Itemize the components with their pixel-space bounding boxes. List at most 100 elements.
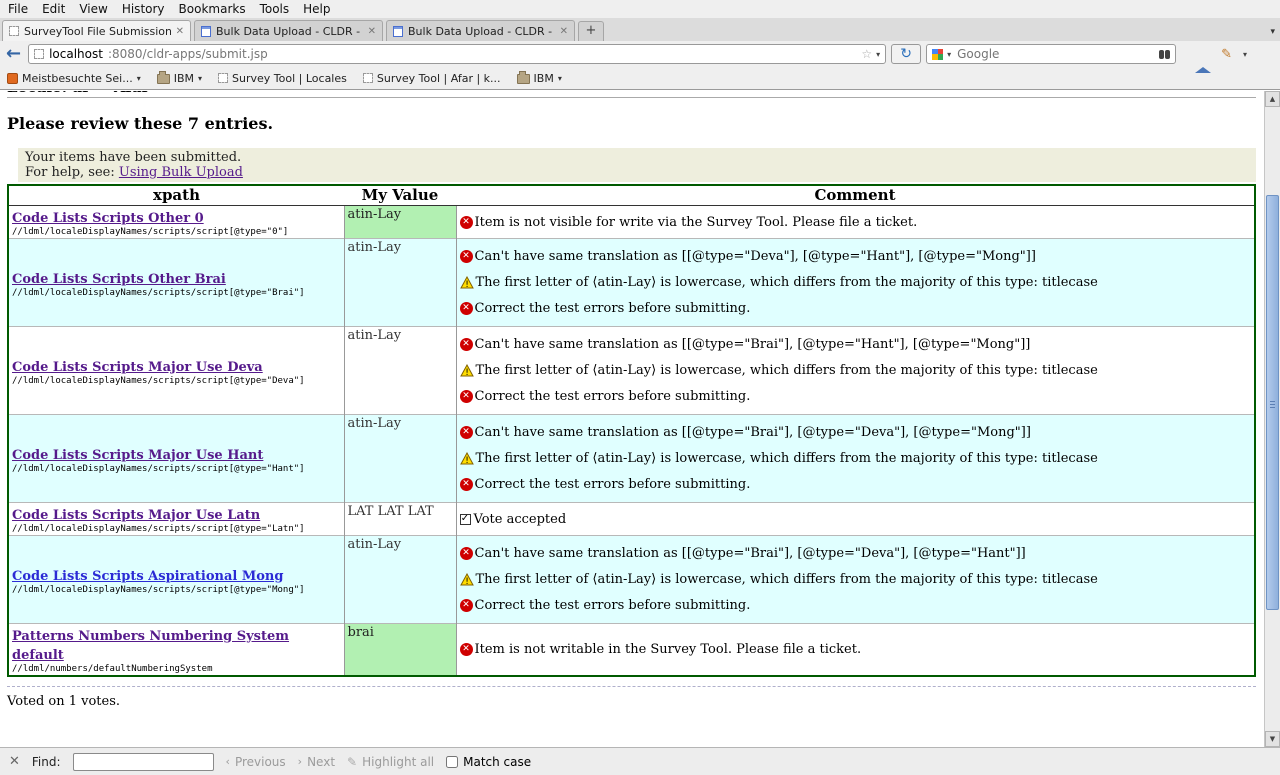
menu-bar: File Edit View History Bookmarks Tools H…: [0, 0, 1280, 18]
find-label: Find:: [32, 755, 61, 769]
svg-text:!: !: [465, 577, 469, 586]
xpath-link[interactable]: Code Lists Scripts Other Brai: [12, 272, 226, 287]
bookmarks-bar: Meistbesuchte Sei... ▾ IBM ▾ Survey Tool…: [0, 67, 1280, 90]
highlighter-icon: ✎: [347, 755, 357, 769]
comment-warning: ! The first letter of ⟨atin-Lay⟩ is lowe…: [460, 571, 1252, 588]
comment-error: ✕ Correct the test errors before submitt…: [460, 597, 1252, 614]
menu-edit[interactable]: Edit: [38, 1, 73, 17]
tab-close-icon[interactable]: ✕: [560, 26, 568, 37]
home-icon[interactable]: [1195, 48, 1210, 61]
chevron-right-icon: ›: [298, 755, 302, 768]
find-close-icon[interactable]: ✕: [9, 754, 20, 769]
bookmark-survey-tool-afar[interactable]: Survey Tool | Afar | k...: [363, 72, 501, 85]
highlight-all-button[interactable]: ✎ Highlight all: [347, 755, 434, 769]
bookmark-most-visited[interactable]: Meistbesuchte Sei... ▾: [7, 72, 141, 85]
xpath-link[interactable]: Code Lists Scripts Other 0: [12, 211, 204, 226]
comment-text: The first letter of ⟨atin-Lay⟩ is lowerc…: [476, 274, 1098, 291]
menu-tools[interactable]: Tools: [256, 1, 298, 17]
comment-error: ✕ Item is not visible for write via the …: [460, 214, 1252, 231]
tab-title: Bulk Data Upload - CLDR - Un...: [408, 25, 555, 38]
table-row-other-brai: Code Lists Scripts Other Brai //ldml/loc…: [8, 239, 1255, 327]
xpath-code: //ldml/localeDisplayNames/scripts/script…: [12, 464, 341, 474]
xpath-link[interactable]: Patterns Numbers Numbering System defaul…: [12, 629, 289, 663]
value-cell: brai: [344, 624, 456, 677]
tab-surveytool-submission[interactable]: SurveyTool File Submission | ... ✕: [2, 20, 191, 41]
binoculars-search-icon[interactable]: [1159, 50, 1170, 59]
chevron-down-icon: ▾: [137, 74, 141, 83]
bookmark-star-icon[interactable]: ☆: [861, 47, 872, 61]
menu-help[interactable]: Help: [299, 1, 338, 17]
folder-icon: [157, 74, 170, 84]
menu-history[interactable]: History: [118, 1, 173, 17]
header-xpath: xpath: [8, 185, 344, 206]
tab-bulk-upload-1[interactable]: Bulk Data Upload - CLDR - Un... ✕: [194, 20, 383, 41]
warning-icon: !: [460, 364, 474, 377]
search-engine-chevron-icon[interactable]: ▾: [947, 50, 951, 59]
placeholder-favicon: [9, 26, 19, 36]
bookmark-survey-tool-locales[interactable]: Survey Tool | Locales: [218, 72, 347, 85]
google-engine-icon[interactable]: [932, 49, 943, 60]
url-bar[interactable]: localhost :8080/cldr-apps/submit.jsp ☆ ▾: [28, 44, 886, 64]
menu-view[interactable]: View: [75, 1, 115, 17]
error-icon: ✕: [460, 338, 473, 351]
tab-title: SurveyTool File Submission | ...: [24, 25, 171, 38]
svg-text:!: !: [465, 456, 469, 465]
match-case-checkbox[interactable]: [446, 756, 458, 768]
quill-icon[interactable]: ✎: [1221, 47, 1232, 62]
menu-bookmarks[interactable]: Bookmarks: [175, 1, 254, 17]
comment-text: Correct the test errors before submittin…: [475, 476, 751, 493]
vertical-scrollbar[interactable]: ▲ ▼: [1264, 91, 1280, 747]
error-icon: ✕: [460, 302, 473, 315]
error-icon: ✕: [460, 478, 473, 491]
comment-error: ✕ Correct the test errors before submitt…: [460, 476, 1252, 493]
find-next-button[interactable]: › Next: [298, 755, 335, 769]
error-icon: ✕: [460, 216, 473, 229]
review-table: xpath My Value Comment Code Lists Script…: [7, 184, 1256, 677]
scroll-up-icon[interactable]: ▲: [1265, 91, 1280, 107]
scrollbar-thumb[interactable]: [1266, 195, 1279, 610]
find-input[interactable]: [73, 753, 214, 771]
tab-close-icon[interactable]: ✕: [368, 26, 376, 37]
find-previous-button[interactable]: ‹ Previous: [226, 755, 286, 769]
tab-close-icon[interactable]: ✕: [176, 26, 184, 37]
comment-text: Item is not visible for write via the Su…: [475, 214, 918, 231]
page-title: Please review these 7 entries.: [7, 114, 1256, 133]
using-bulk-upload-link[interactable]: Using Bulk Upload: [119, 165, 243, 180]
value-cell: atin-Lay: [344, 536, 456, 624]
tab-list-chevron-icon[interactable]: ▾: [1270, 27, 1275, 37]
comment-text: Can't have same translation as [[@type="…: [475, 545, 1026, 562]
url-dropdown-chevron-icon[interactable]: ▾: [876, 50, 880, 59]
new-tab-button[interactable]: +: [578, 21, 604, 41]
back-button[interactable]: ←: [6, 44, 21, 64]
table-row-numbering-system: Patterns Numbers Numbering System defaul…: [8, 624, 1255, 677]
xpath-link[interactable]: Code Lists Scripts Aspirational Mong: [12, 569, 283, 584]
comment-text: The first letter of ⟨atin-Lay⟩ is lowerc…: [476, 450, 1098, 467]
bookmark-folder-ibm-2[interactable]: IBM ▾: [517, 72, 562, 85]
svg-text:!: !: [465, 280, 469, 289]
tab-bulk-upload-2[interactable]: Bulk Data Upload - CLDR - Un... ✕: [386, 20, 575, 41]
dashed-divider: [7, 686, 1256, 687]
xpath-link[interactable]: Code Lists Scripts Major Use Deva: [12, 360, 263, 375]
comment-text: Vote accepted: [474, 511, 567, 528]
comment-error: ✕ Can't have same translation as [[@type…: [460, 545, 1252, 562]
comment-text: Can't have same translation as [[@type="…: [475, 336, 1031, 353]
svg-text:!: !: [465, 368, 469, 377]
tab-title: Bulk Data Upload - CLDR - Un...: [216, 25, 363, 38]
menu-file[interactable]: File: [4, 1, 36, 17]
toolbar-overflow-chevron-icon[interactable]: ▾: [1243, 50, 1247, 59]
reload-button[interactable]: ↻: [891, 44, 921, 64]
value-cell: atin-Lay: [344, 327, 456, 415]
search-bar[interactable]: ▾: [926, 44, 1176, 64]
checkbox-checked-icon[interactable]: ✓: [460, 514, 471, 525]
scroll-down-icon[interactable]: ▼: [1265, 731, 1280, 747]
search-input[interactable]: [955, 46, 1155, 62]
comment-text: Can't have same translation as [[@type="…: [475, 248, 1036, 265]
xpath-link[interactable]: Code Lists Scripts Major Use Hant: [12, 448, 263, 463]
bookmark-folder-ibm-1[interactable]: IBM ▾: [157, 72, 202, 85]
match-case-option[interactable]: Match case: [446, 755, 531, 769]
table-row-other-0: Code Lists Scripts Other 0 //ldml/locale…: [8, 206, 1255, 239]
error-icon: ✕: [460, 599, 473, 612]
error-icon: ✕: [460, 547, 473, 560]
notice-line1: Your items have been submitted.: [25, 150, 1249, 165]
xpath-link[interactable]: Code Lists Scripts Major Use Latn: [12, 508, 260, 523]
